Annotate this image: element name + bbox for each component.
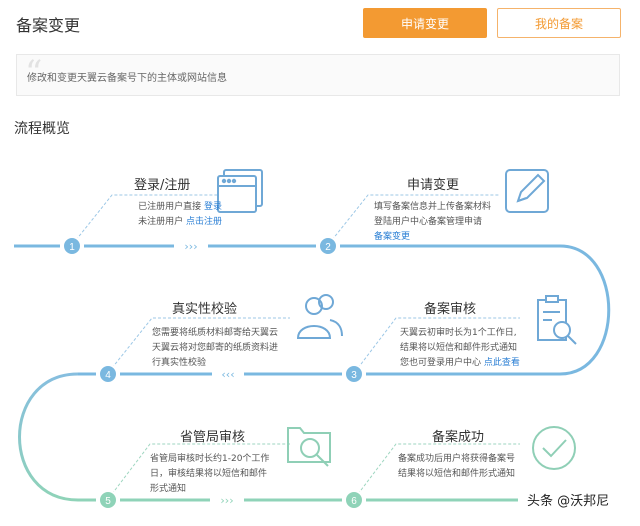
step-number-2: 2 <box>325 242 331 253</box>
step-number-5: 5 <box>105 496 111 507</box>
step-5-title: 省管局审核 <box>180 430 246 445</box>
register-link[interactable]: 点击注册 <box>186 217 222 227</box>
step-3-title: 备案审核 <box>424 302 477 317</box>
step-3-line1: 天翼云初审时长为1个工作日, <box>400 328 517 338</box>
browser-window-icon <box>217 169 263 213</box>
document-search-icon <box>537 295 577 345</box>
step-1-line1: 已注册用户直接 <box>138 202 202 212</box>
step-circle-2: 2 <box>318 236 338 256</box>
step-4-line2: 天翼云将对您邮寄的纸质资料进 <box>152 343 279 353</box>
edit-icon <box>505 169 549 213</box>
step-circle-3: 3 <box>344 364 364 384</box>
step-3-line3: 您也可登录用户中心 <box>400 358 482 368</box>
step-6-line1: 备案成功后用户将获得备案号 <box>398 454 516 464</box>
flow-diagram: 1 2 3 4 5 6 ››› ‹‹‹ ››› <box>14 169 611 510</box>
step-circle-5: 5 <box>98 490 118 510</box>
step-2-desc: 填写备案信息并上传备案材料 登陆用户中心备案管理申请 备案变更 <box>374 200 506 245</box>
step-circle-1: 1 <box>62 236 82 256</box>
view-here-link[interactable]: 点此查看 <box>484 358 520 368</box>
step-5-desc: 省管局审核时长约1-20个工作 日，审核结果将以短信和邮件 形式通知 <box>150 452 286 497</box>
step-2-title: 申请变更 <box>407 178 460 193</box>
step-1-line2: 未注册用户 <box>138 217 184 227</box>
step-number-6: 6 <box>351 496 357 507</box>
step-5-line2: 日，审核结果将以短信和邮件 <box>150 469 268 479</box>
step-number-1: 1 <box>69 242 75 253</box>
step-1-desc: 已注册用户直接 登录 未注册用户 点击注册 <box>118 200 222 230</box>
step-3-desc: 天翼云初审时长为1个工作日, 结果将以短信和邮件形式通知 您也可登录用户中心 点… <box>400 326 540 371</box>
step-number-3: 3 <box>351 370 357 381</box>
folder-search-icon <box>287 427 331 467</box>
step-5-line3: 形式通知 <box>150 484 187 494</box>
arrow-right-icon: ››› <box>184 240 197 253</box>
step-6-line2: 结果将以短信和邮件形式通知 <box>398 469 516 479</box>
step-6-desc: 备案成功后用户将获得备案号 结果将以短信和邮件形式通知 <box>398 452 532 482</box>
step-2-line1: 填写备案信息并上传备案材料 <box>374 202 492 212</box>
step-2-line2: 登陆用户中心备案管理申请 <box>374 217 483 227</box>
login-link[interactable]: 登录 <box>204 202 222 212</box>
step-4-desc: 您需要将纸质材料邮寄给天翼云 天翼云将对您邮寄的纸质资料进 行真实性校验 <box>152 326 292 371</box>
step-4-title: 真实性校验 <box>172 302 238 317</box>
step-number-4: 4 <box>105 370 111 381</box>
step-4-line3: 行真实性校验 <box>152 358 207 368</box>
step-3-line2: 结果将以短信和邮件形式通知 <box>400 343 518 353</box>
check-circle-icon <box>532 426 576 470</box>
users-icon <box>296 294 343 339</box>
step-5-line1: 省管局审核时长约1-20个工作 <box>150 454 270 464</box>
step-circle-6: 6 <box>344 490 364 510</box>
step-4-line1: 您需要将纸质材料邮寄给天翼云 <box>152 328 279 338</box>
filing-change-link[interactable]: 备案变更 <box>374 230 506 245</box>
step-circle-4: 4 <box>98 364 118 384</box>
step-6-title: 备案成功 <box>432 430 485 445</box>
step-1-title: 登录/注册 <box>134 178 191 193</box>
watermark: 头条 @沃邦尼 <box>527 494 610 509</box>
